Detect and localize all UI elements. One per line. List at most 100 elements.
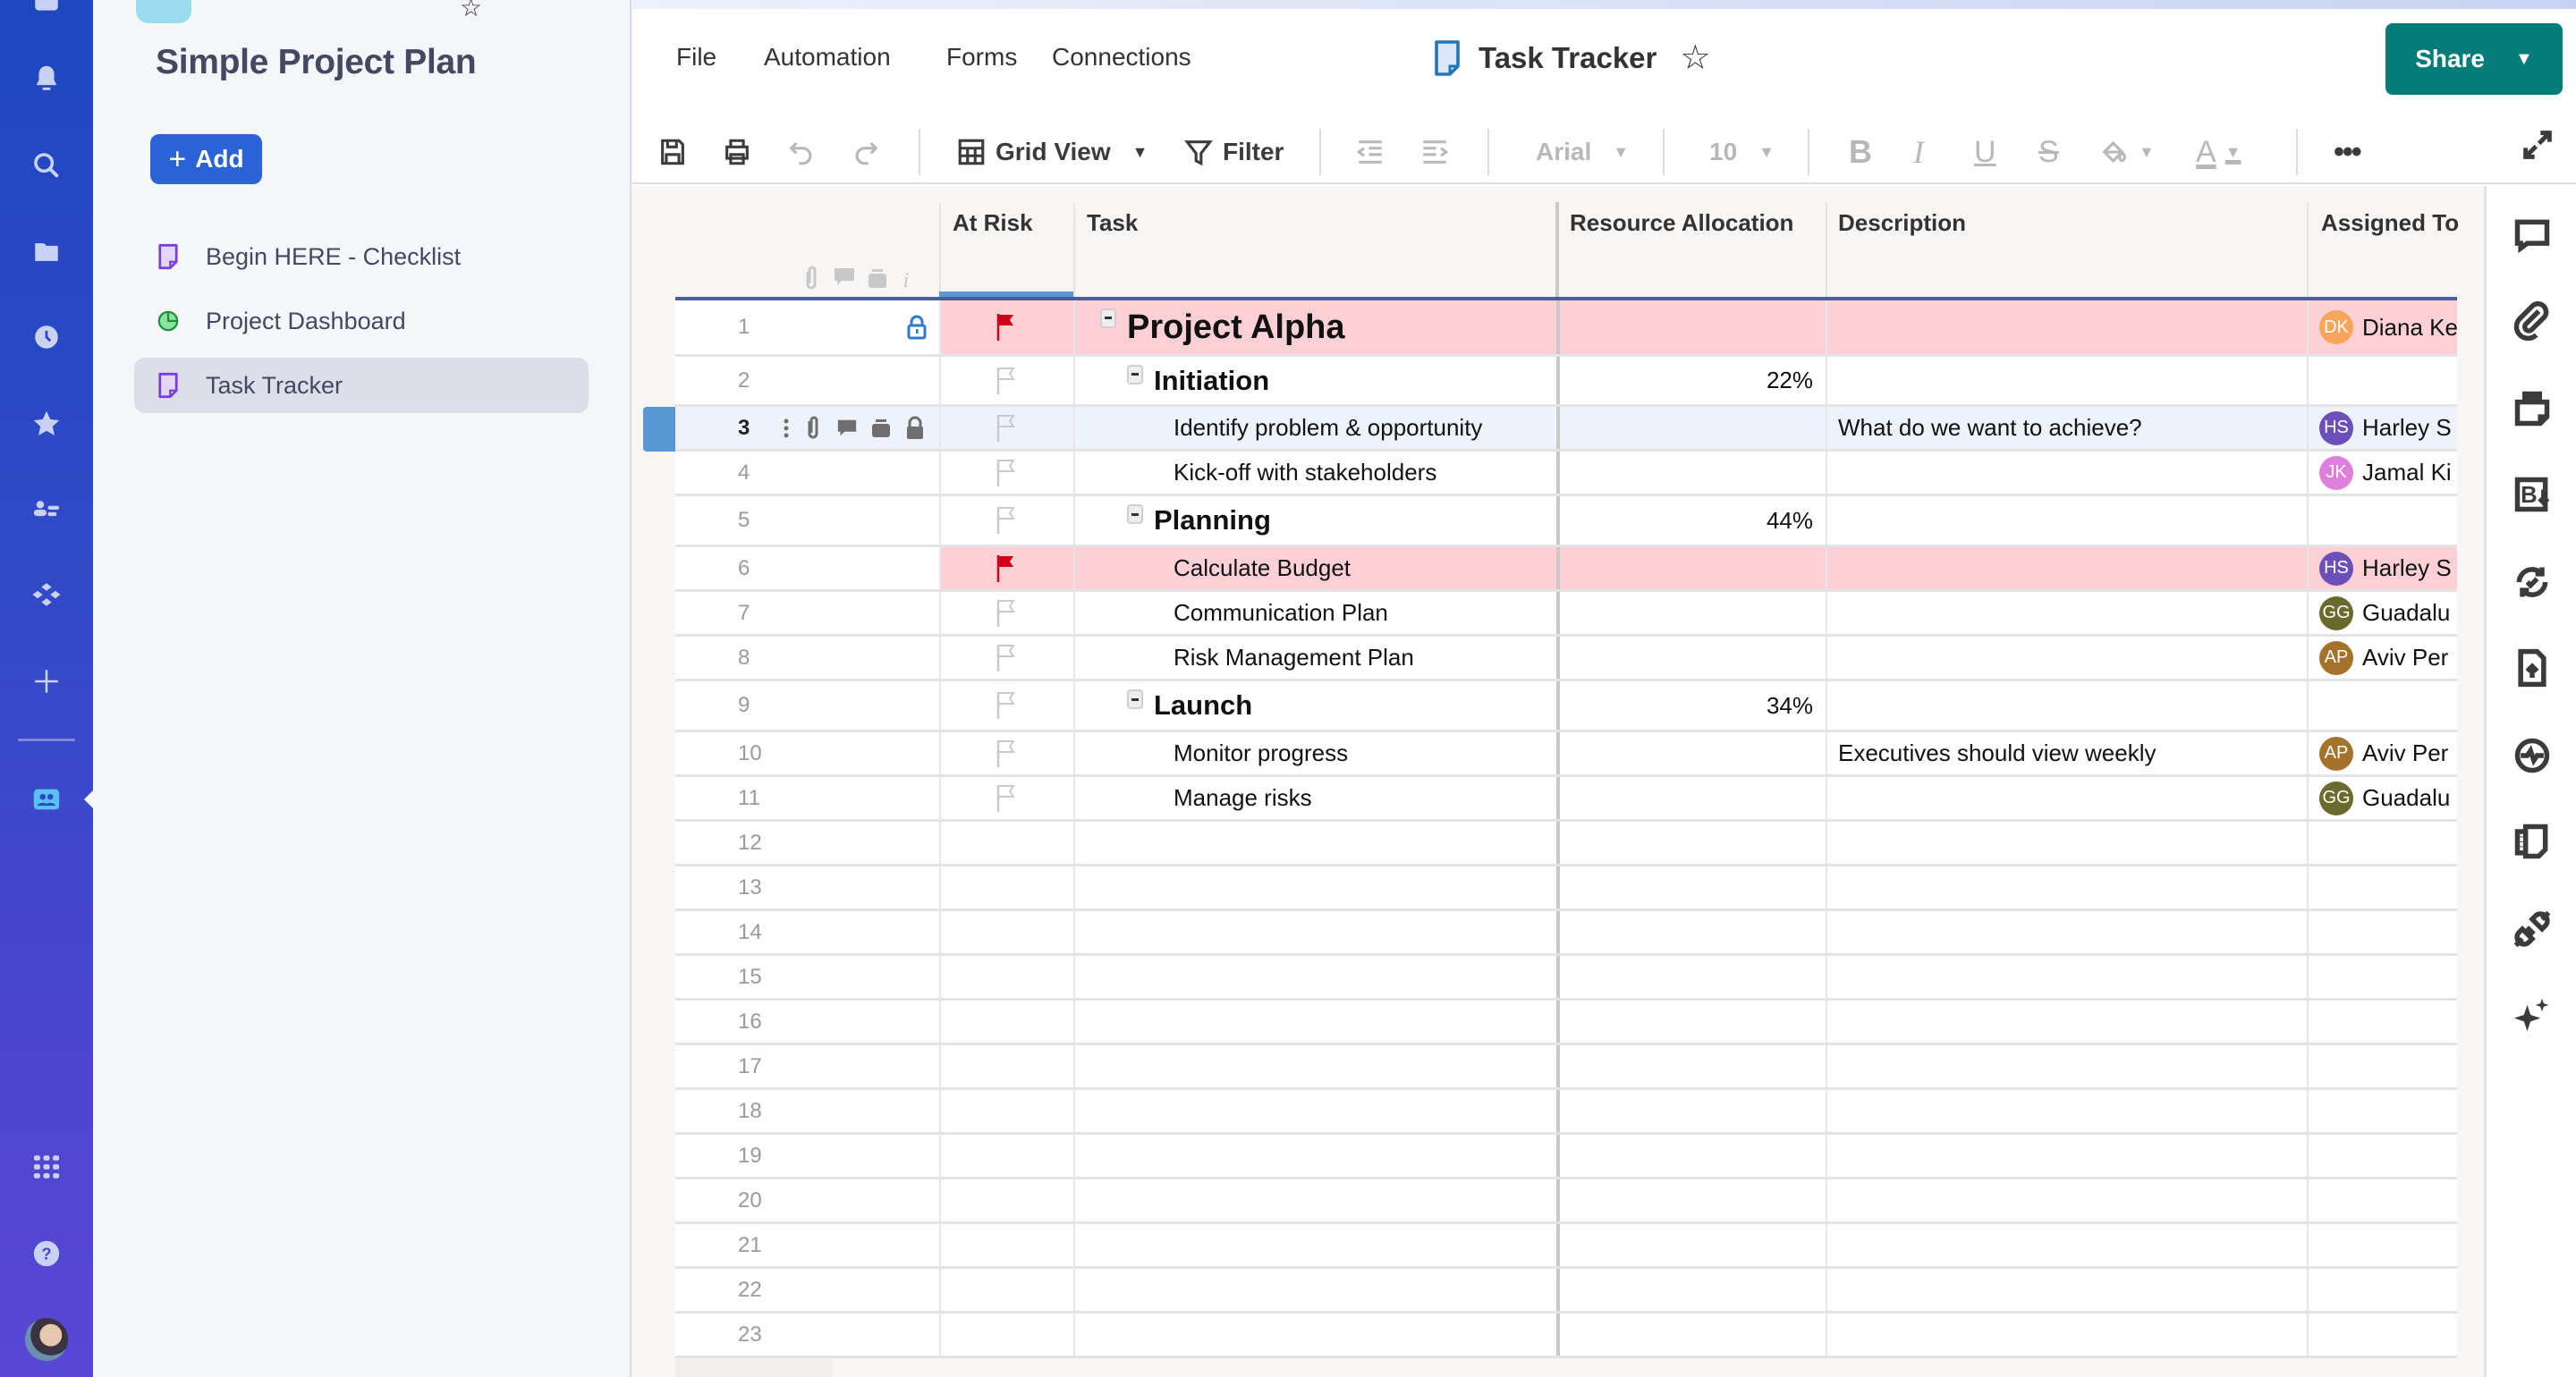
at-risk-cell[interactable] [939, 1135, 1073, 1177]
redo-button[interactable] [851, 132, 881, 172]
description-cell[interactable] [1826, 866, 2307, 908]
assigned-to-cell[interactable] [2307, 1224, 2457, 1266]
table-row[interactable]: 13 [675, 866, 2457, 911]
fill-color-button[interactable]: ▼ [2099, 132, 2155, 172]
launcher-icon[interactable] [29, 1149, 64, 1185]
at-risk-cell[interactable] [939, 1179, 1073, 1221]
collapse-toggle-icon[interactable] [1100, 308, 1116, 328]
at-risk-cell[interactable] [939, 637, 1073, 679]
resource-allocation-cell[interactable] [1556, 1001, 1826, 1043]
resource-allocation-cell[interactable] [1556, 956, 1826, 998]
task-cell[interactable] [1073, 956, 1556, 998]
row-number-cell[interactable]: 10 [675, 732, 939, 774]
home-icon[interactable] [29, 0, 64, 23]
row-number-cell[interactable]: 15 [675, 956, 939, 998]
folder-icon[interactable] [29, 234, 64, 270]
at-risk-cell[interactable] [939, 357, 1073, 404]
save-button[interactable] [657, 132, 688, 172]
table-row[interactable]: 8 Risk Management Plan AP Aviv Per [675, 637, 2457, 681]
task-cell[interactable]: Calculate Budget [1073, 547, 1556, 589]
row-number-cell[interactable]: 17 [675, 1045, 939, 1087]
resource-allocation-cell[interactable] [1556, 822, 1826, 864]
font-size-select[interactable]: 10 ▼ [1709, 132, 1775, 172]
task-cell[interactable]: Planning [1073, 496, 1556, 545]
flag-outline-icon[interactable] [996, 458, 1019, 488]
table-row[interactable]: 20 [675, 1179, 2457, 1224]
apps-icon[interactable] [29, 577, 64, 612]
forms-icon[interactable] [2512, 821, 2553, 862]
resource-allocation-cell[interactable] [1556, 1314, 1826, 1356]
sidebar-item-task-tracker[interactable]: Task Tracker [134, 358, 589, 413]
description-cell[interactable] [1826, 357, 2307, 404]
more-options-button[interactable]: ••• [2334, 132, 2362, 172]
at-risk-cell[interactable] [939, 1045, 1073, 1087]
at-risk-cell[interactable] [939, 452, 1073, 494]
assigned-to-cell[interactable]: HS Harley S [2307, 407, 2457, 449]
assigned-to-cell[interactable] [2307, 1179, 2457, 1221]
resource-allocation-cell[interactable] [1556, 911, 1826, 953]
at-risk-cell[interactable] [939, 822, 1073, 864]
at-risk-cell[interactable] [939, 866, 1073, 908]
assigned-to-cell[interactable] [2307, 496, 2457, 545]
description-cell[interactable] [1826, 822, 2307, 864]
task-cell[interactable] [1073, 822, 1556, 864]
favorite-star-icon[interactable]: ☆ [460, 0, 482, 22]
task-cell[interactable]: Kick-off with stakeholders [1073, 452, 1556, 494]
task-cell[interactable] [1073, 1224, 1556, 1266]
collapse-toggle-icon[interactable] [1127, 364, 1143, 384]
assigned-to-cell[interactable]: DK Diana Ke [2307, 300, 2457, 354]
description-cell[interactable] [1826, 1224, 2307, 1266]
table-row[interactable]: 2 Initiation 22% [675, 357, 2457, 407]
text-color-button[interactable]: A ▼ [2196, 132, 2241, 172]
task-cell[interactable] [1073, 911, 1556, 953]
row-number-cell[interactable]: 7 [675, 592, 939, 634]
task-cell[interactable] [1073, 1045, 1556, 1087]
row-number-cell[interactable]: 13 [675, 866, 939, 908]
column-header-task[interactable]: Task [1087, 209, 1138, 237]
menu-automation[interactable]: Automation [764, 43, 891, 72]
at-risk-cell[interactable] [939, 1001, 1073, 1043]
assigned-to-cell[interactable] [2307, 1269, 2457, 1311]
strikethrough-button[interactable]: S [2038, 132, 2059, 172]
contacts-icon[interactable] [29, 492, 64, 528]
row-number-cell[interactable]: 2 [675, 357, 939, 404]
at-risk-cell[interactable] [939, 1314, 1073, 1356]
connections-icon[interactable] [2512, 908, 2553, 950]
task-cell[interactable] [1073, 1001, 1556, 1043]
row-number-cell[interactable]: 22 [675, 1269, 939, 1311]
table-row[interactable]: 19 [675, 1135, 2457, 1179]
at-risk-cell[interactable] [939, 1090, 1073, 1132]
menu-forms[interactable]: Forms [946, 43, 1017, 72]
favorite-star-icon[interactable]: ☆ [1680, 38, 1710, 78]
task-cell[interactable]: Monitor progress [1073, 732, 1556, 774]
menu-file[interactable]: File [676, 43, 716, 72]
comments-icon[interactable] [2512, 215, 2553, 256]
sidebar-item-begin-here-checklist[interactable]: Begin HERE - Checklist [134, 229, 589, 284]
description-cell[interactable] [1826, 1269, 2307, 1311]
help-icon[interactable]: ? [29, 1236, 64, 1271]
table-row[interactable]: 7 Communication Plan GG Guadalu [675, 592, 2457, 637]
assigned-to-cell[interactable] [2307, 1090, 2457, 1132]
comment-icon[interactable] [836, 416, 858, 441]
task-cell[interactable]: Initiation [1073, 357, 1556, 404]
at-risk-cell[interactable] [939, 547, 1073, 589]
resource-allocation-cell[interactable] [1556, 866, 1826, 908]
collapse-toggle-icon[interactable] [1127, 504, 1143, 524]
row-number-cell[interactable]: 19 [675, 1135, 939, 1177]
description-cell[interactable] [1826, 452, 2307, 494]
resource-allocation-cell[interactable]: 22% [1556, 357, 1826, 404]
flag-outline-icon[interactable] [996, 598, 1019, 629]
row-number-cell[interactable]: 6 [675, 547, 939, 589]
update-requests-icon[interactable] [2512, 562, 2553, 603]
summary-icon[interactable]: B [2512, 474, 2553, 515]
plus-icon[interactable] [29, 663, 64, 699]
row-number-cell[interactable]: 18 [675, 1090, 939, 1132]
table-row[interactable]: 15 [675, 956, 2457, 1001]
description-cell[interactable] [1826, 1314, 2307, 1356]
table-row[interactable]: 11 Manage risks GG Guadalu [675, 777, 2457, 822]
resource-allocation-cell[interactable] [1556, 300, 1826, 354]
assigned-to-cell[interactable] [2307, 866, 2457, 908]
description-cell[interactable] [1826, 956, 2307, 998]
assigned-to-cell[interactable] [2307, 822, 2457, 864]
task-cell[interactable]: Launch [1073, 681, 1556, 730]
